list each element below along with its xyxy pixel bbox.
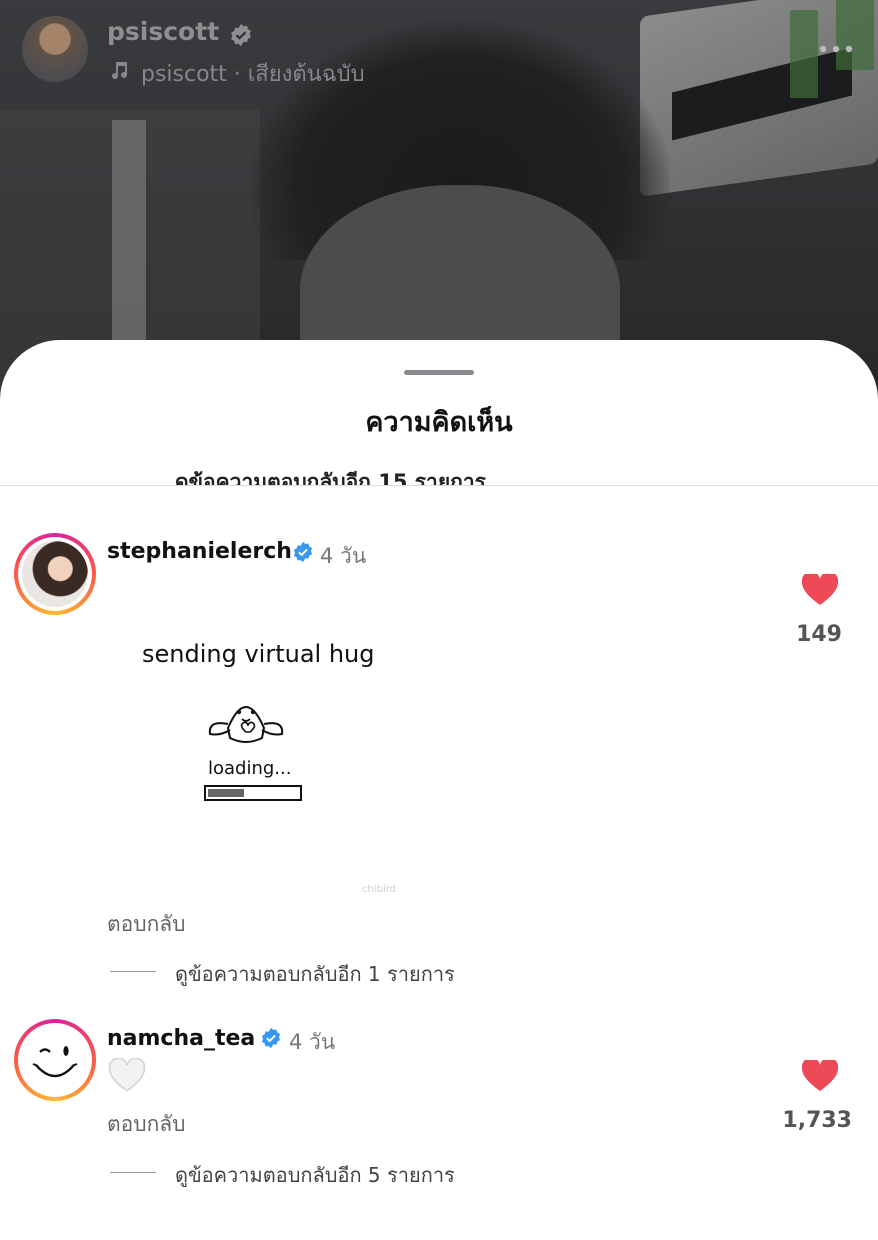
view-replies-button[interactable]: ดูข้อความตอบกลับอีก 5 รายการ [175,1159,455,1191]
commenter-avatar[interactable] [14,533,96,615]
view-replies-button[interactable]: ดูข้อความตอบกลับอีก 1 รายการ [175,958,455,990]
verified-icon [293,541,313,563]
heart-icon[interactable] [802,574,838,606]
like-count: 149 [796,622,842,647]
audio-label[interactable]: psiscott · เสียงต้นฉบับ [107,56,365,91]
wink-face-icon [32,1046,78,1078]
view-replies-line [110,971,156,972]
sticker-text: sending virtual hug [142,640,374,668]
creator-username[interactable]: psiscott [107,17,219,46]
sticker-credit: chibird [362,884,396,895]
view-replies-line [110,1172,156,1173]
like-count: 1,733 [782,1108,852,1133]
sticker-image: sending virtual hug loading... chibird [142,640,396,895]
sticker-loading-text: loading... [208,758,291,779]
comment-username[interactable]: namcha_tea [107,1026,255,1051]
commenter-avatar[interactable] [14,1019,96,1101]
reply-button[interactable]: ตอบกลับ [107,1108,186,1141]
creator-avatar[interactable] [22,16,88,82]
more-icon[interactable] [818,44,854,54]
comment-time: 4 วัน [320,544,367,568]
white-heart-icon [108,1058,146,1092]
comment-time: 4 วัน [289,1030,336,1054]
sheet-title: ความคิดเห็น [365,407,513,438]
reply-button[interactable]: ตอบกลับ [107,908,186,941]
verified-icon [231,24,251,46]
comment-username[interactable]: stephanielerch [107,539,292,564]
sheet-grabber[interactable] [404,370,474,375]
sheet-divider [0,485,878,486]
heart-icon[interactable] [802,1060,838,1092]
cut-off-view-replies: ดูข้อความตอบกลับอีก 15 รายการ [175,470,486,486]
verified-icon [261,1027,281,1049]
